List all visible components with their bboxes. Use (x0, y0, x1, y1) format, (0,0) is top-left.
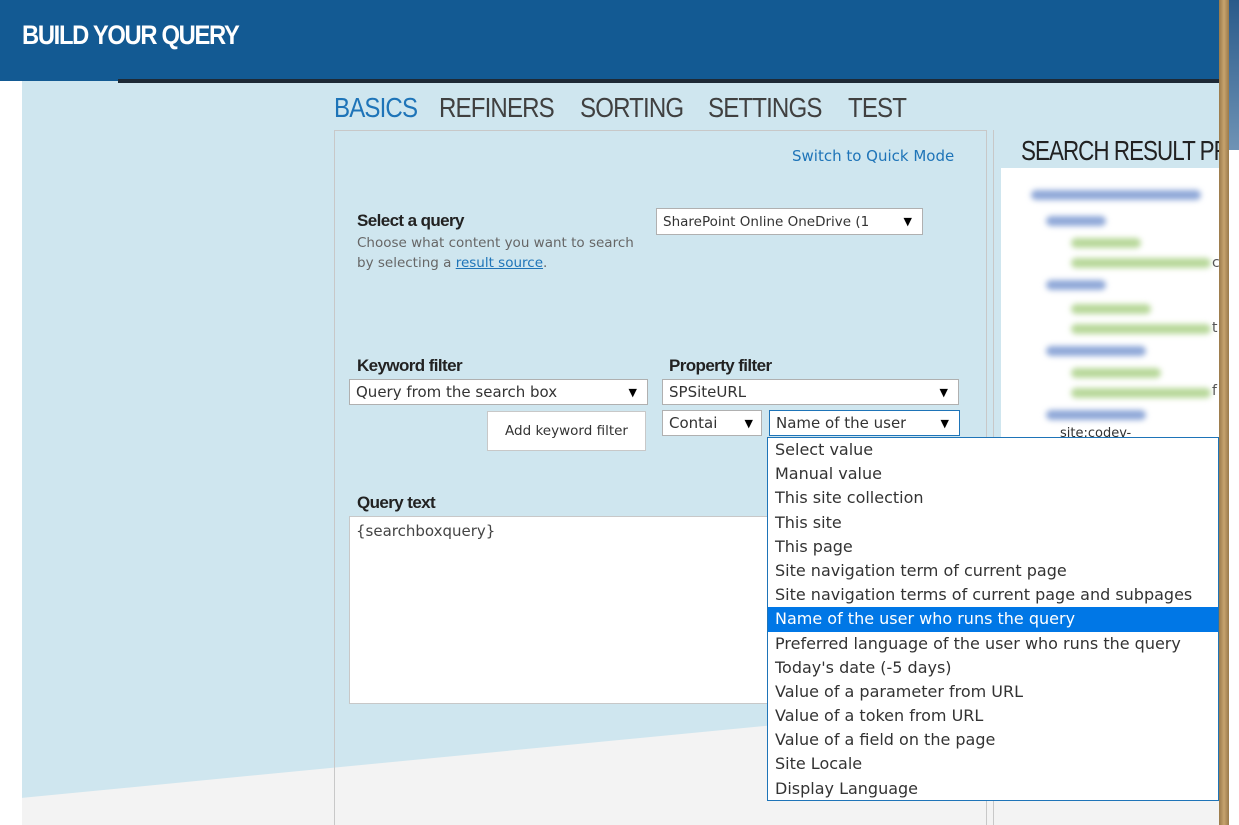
dropdown-option[interactable]: This site (768, 511, 1218, 535)
blurred-result-title (1046, 216, 1106, 226)
dropdown-option[interactable]: Site navigation terms of current page an… (768, 583, 1218, 607)
property-filter-value: SPSiteURL (669, 383, 747, 401)
tab-bar: BASICS REFINERS SORTING SETTINGS TEST (334, 92, 907, 124)
tab-refiners[interactable]: REFINERS (439, 92, 555, 124)
dropdown-option[interactable]: Name of the user who runs the query (768, 607, 1218, 632)
keyword-filter-value: Query from the search box (356, 383, 558, 401)
help-text-suffix: . (543, 255, 548, 271)
property-value-current: Name of the user (776, 414, 907, 432)
property-filter-select[interactable]: SPSiteURL ▼ (662, 379, 959, 405)
dropdown-option[interactable]: Value of a token from URL (768, 704, 1218, 728)
dropdown-option[interactable]: Site navigation term of current page (768, 559, 1218, 583)
add-keyword-filter-button[interactable]: Add keyword filter (487, 411, 646, 451)
blurred-result-title (1046, 280, 1106, 290)
tab-settings[interactable]: SETTINGS (708, 92, 822, 124)
blurred-result-url (1071, 324, 1211, 334)
dropdown-option[interactable]: This page (768, 535, 1218, 559)
property-value-dropdown-list: Select value Manual value This site collec… (767, 437, 1219, 801)
dropdown-option[interactable]: Site Locale (768, 752, 1218, 776)
triangle-down-icon: ▼ (939, 385, 948, 399)
triangle-down-icon: ▼ (903, 215, 912, 228)
blurred-result-title (1046, 410, 1146, 420)
operator-value: Contai (669, 414, 718, 432)
dropdown-option[interactable]: Preferred language of the user who runs … (768, 632, 1218, 656)
query-source-value: SharePoint Online OneDrive (1 (663, 213, 870, 230)
triangle-down-icon: ▼ (628, 385, 637, 399)
page-title: BUILD YOUR QUERY (22, 20, 240, 50)
select-query-label: Select a query (357, 211, 464, 230)
dropdown-option[interactable]: Manual value (768, 462, 1218, 486)
dropdown-option[interactable]: Select value (768, 438, 1218, 462)
select-query-help: Choose what content you want to search b… (357, 233, 637, 273)
dropdown-option[interactable]: This site collection (768, 486, 1218, 510)
tab-sorting[interactable]: SORTING (580, 92, 684, 124)
blurred-result-url (1071, 238, 1141, 248)
preview-edge-char: f (1212, 383, 1217, 399)
header-bar: BUILD YOUR QUERY (0, 0, 1239, 81)
triangle-down-icon: ▼ (744, 416, 753, 430)
background-window-edge (1229, 0, 1239, 150)
result-source-link[interactable]: result source (456, 255, 543, 271)
triangle-down-icon: ▼ (940, 416, 949, 430)
dropdown-option[interactable]: Today's date (-5 days) (768, 656, 1218, 680)
header-underline (118, 79, 1228, 83)
dropdown-option[interactable]: Display Language (768, 777, 1218, 801)
switch-to-quick-mode-link[interactable]: Switch to Quick Mode (792, 147, 954, 165)
keyword-filter-label: Keyword filter (357, 356, 463, 375)
tab-test[interactable]: TEST (848, 92, 907, 124)
dropdown-option[interactable]: Value of a parameter from URL (768, 680, 1218, 704)
blurred-result-url (1071, 258, 1211, 268)
blurred-result-title (1046, 346, 1146, 356)
property-filter-label: Property filter (669, 356, 772, 375)
dropdown-option[interactable]: Value of a field on the page (768, 728, 1218, 752)
blurred-result-url (1071, 368, 1161, 378)
tab-basics[interactable]: BASICS (334, 92, 418, 124)
preview-results (1001, 168, 1219, 438)
property-value-select[interactable]: Name of the user ▼ (769, 410, 960, 436)
query-source-select[interactable]: SharePoint Online OneDrive (1 ▼ (656, 208, 923, 235)
blurred-result-url (1071, 388, 1211, 398)
blurred-result-url (1071, 304, 1151, 314)
query-text-label: Query text (357, 493, 436, 512)
operator-select[interactable]: Contai ▼ (662, 410, 762, 436)
window-frame (1219, 0, 1229, 825)
query-text-input[interactable]: {searchboxquery} (349, 516, 779, 704)
left-margin (0, 81, 22, 825)
keyword-filter-select[interactable]: Query from the search box ▼ (349, 379, 648, 405)
blurred-result-title (1031, 190, 1201, 200)
preview-edge-char: t (1212, 320, 1218, 336)
preview-title: SEARCH RESULT PR (1021, 135, 1230, 166)
